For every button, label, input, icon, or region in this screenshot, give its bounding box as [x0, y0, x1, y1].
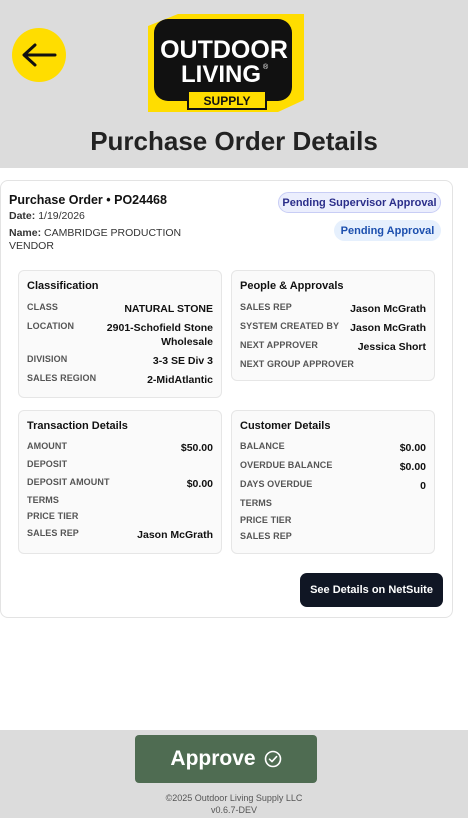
detail-row: SYSTEM CREATED BY Jason McGrath	[240, 321, 426, 335]
copyright-text: ©2025 Outdoor Living Supply LLC	[165, 793, 303, 803]
detail-row: PRICE TIER	[240, 515, 426, 525]
detail-value: Jason McGrath	[350, 303, 426, 315]
approve-button[interactable]: Approve	[135, 735, 317, 783]
detail-value: $0.00	[186, 478, 213, 490]
po-title: Purchase Order • PO24468	[9, 193, 167, 207]
detail-label: PRICE TIER	[240, 515, 292, 525]
detail-value: Jessica Short	[357, 341, 426, 353]
transaction-details-section: Transaction Details AMOUNT $50.00 DEPOSI…	[18, 410, 222, 554]
main-content: Purchase Order • PO24468 Date: 1/19/2026…	[0, 168, 468, 730]
netsuite-details-button[interactable]: See Details on NetSuite	[300, 573, 443, 607]
detail-label: OVERDUE BALANCE	[240, 460, 333, 470]
detail-row: TERMS	[27, 495, 213, 505]
po-date: Date: 1/19/2026	[9, 210, 85, 222]
header: OUTDOOR LIVING ® SUPPLY Purchase Order D…	[0, 0, 468, 168]
detail-label: PRICE TIER	[27, 511, 79, 521]
status-badge-supervisor: Pending Supervisor Approval	[278, 192, 441, 213]
detail-label: NEXT GROUP APPROVER	[240, 359, 354, 369]
detail-row: DEPOSIT AMOUNT $0.00	[27, 477, 213, 491]
detail-row: OVERDUE BALANCE $0.00	[240, 460, 426, 474]
po-name: Name: CAMBRIDGE PRODUCTION VENDOR	[9, 227, 189, 252]
footer: Approve ©2025 Outdoor Living Supply LLC …	[0, 730, 468, 818]
detail-label: SYSTEM CREATED BY	[240, 321, 340, 331]
detail-value: 2-MidAtlantic	[147, 374, 213, 386]
detail-row: NEXT GROUP APPROVER	[240, 359, 426, 369]
status-badge-pending: Pending Approval	[334, 220, 441, 241]
check-circle-icon	[264, 750, 282, 768]
detail-value: Jason McGrath	[350, 322, 426, 334]
detail-label: TERMS	[240, 498, 272, 508]
logo-registered-mark: ®	[263, 63, 269, 71]
detail-row: PRICE TIER	[27, 511, 213, 521]
section-title: Transaction Details	[27, 420, 128, 432]
detail-label: DEPOSIT AMOUNT	[27, 477, 110, 487]
detail-row: LOCATION 2901-Schofield Stone Wholesale	[27, 321, 213, 349]
detail-row: NEXT APPROVER Jessica Short	[240, 340, 426, 354]
po-date-value: 1/19/2026	[38, 210, 85, 222]
detail-label: DAYS OVERDUE	[240, 479, 313, 489]
detail-value: NATURAL STONE	[124, 303, 213, 315]
detail-row: BALANCE $0.00	[240, 441, 426, 455]
detail-row: TERMS	[240, 498, 426, 508]
detail-value: $0.00	[399, 461, 426, 473]
detail-label: AMOUNT	[27, 441, 68, 451]
detail-label: NEXT APPROVER	[240, 340, 318, 350]
version-text: v0.6.7-DEV	[210, 805, 258, 815]
page-title: Purchase Order Details	[90, 126, 378, 156]
logo-line3: SUPPLY	[204, 94, 251, 108]
detail-value: 2901-Schofield Stone Wholesale	[106, 322, 213, 348]
detail-label: LOCATION	[27, 321, 75, 331]
detail-row: DEPOSIT	[27, 459, 213, 469]
section-title: Customer Details	[240, 420, 331, 432]
classification-section: Classification CLASS NATURAL STONE LOCAT…	[18, 270, 222, 398]
back-button[interactable]	[12, 28, 66, 82]
logo-line2: LIVING	[181, 61, 261, 88]
approve-label: Approve	[170, 747, 256, 770]
section-title: People & Approvals	[240, 280, 344, 292]
po-name-label: Name:	[9, 227, 42, 239]
detail-row: DIVISION 3-3 SE Div 3	[27, 354, 213, 368]
detail-label: CLASS	[27, 302, 59, 312]
arrow-left-icon	[22, 43, 57, 67]
po-date-label: Date:	[9, 210, 36, 222]
purchase-order-card: Purchase Order • PO24468 Date: 1/19/2026…	[0, 180, 453, 618]
detail-row: DAYS OVERDUE 0	[240, 479, 426, 493]
detail-row: SALES REP Jason McGrath	[27, 528, 213, 542]
detail-row: CLASS NATURAL STONE	[27, 302, 213, 316]
detail-label: SALES REP	[27, 528, 79, 538]
detail-row: SALES REP	[240, 531, 426, 541]
copyright: ©2025 Outdoor Living Supply LLC v0.6.7-D…	[0, 792, 468, 816]
detail-row: SALES REP Jason McGrath	[240, 302, 426, 316]
detail-label: BALANCE	[240, 441, 285, 451]
detail-value: 3-3 SE Div 3	[152, 355, 213, 367]
detail-label: TERMS	[27, 495, 59, 505]
customer-details-section: Customer Details BALANCE $0.00 OVERDUE B…	[231, 410, 435, 554]
outdoor-living-supply-logo: OUTDOOR LIVING ® SUPPLY	[148, 14, 304, 112]
detail-value: $50.00	[180, 442, 213, 454]
detail-label: DEPOSIT	[27, 459, 68, 469]
detail-value: Jason McGrath	[137, 529, 213, 541]
section-title: Classification	[27, 280, 99, 292]
detail-label: SALES REGION	[27, 373, 97, 383]
logo-line1: OUTDOOR	[160, 36, 288, 64]
detail-label: SALES REP	[240, 531, 292, 541]
detail-row: SALES REGION 2-MidAtlantic	[27, 373, 213, 387]
detail-value: 0	[420, 480, 426, 492]
detail-value: $0.00	[399, 442, 426, 454]
people-approvals-section: People & Approvals SALES REP Jason McGra…	[231, 270, 435, 381]
detail-label: SALES REP	[240, 302, 292, 312]
detail-label: DIVISION	[27, 354, 68, 364]
detail-row: AMOUNT $50.00	[27, 441, 213, 455]
